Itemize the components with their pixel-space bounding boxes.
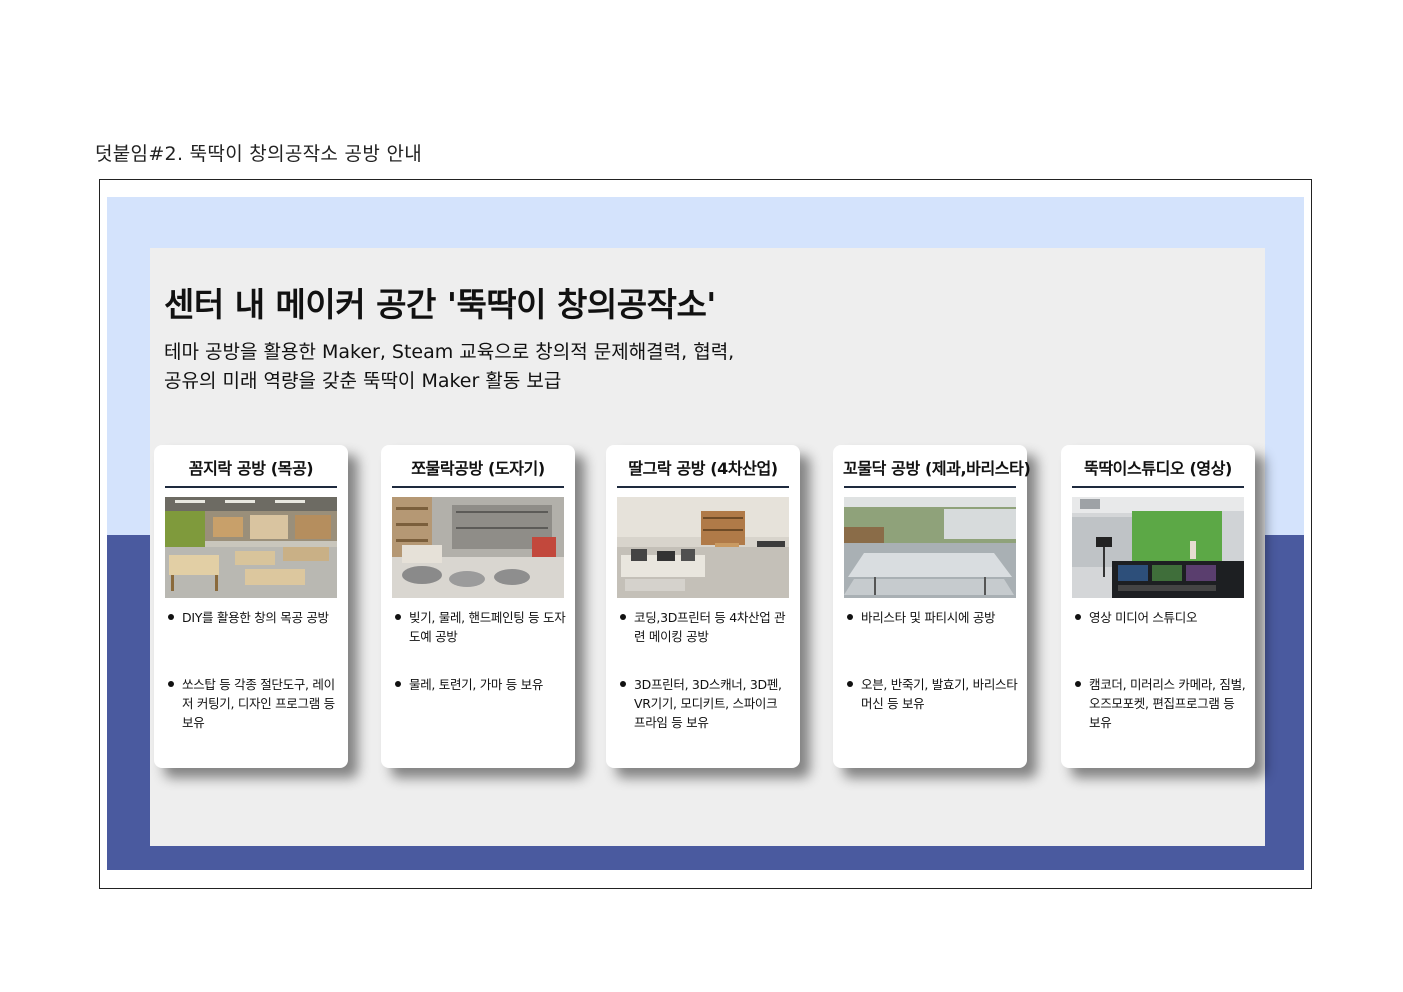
list-item: 물레, 토련기, 가마 등 보유 [393, 675, 567, 694]
card-title: 쪼물락공방 (도자기) [411, 459, 545, 478]
workshop-card-tech: 딸그락 공방 (4차산업) 코딩,3D프린터 등 4차산업 관련 메이킹 공방 … [606, 445, 800, 768]
tech-lab-photo [617, 497, 789, 598]
card-features: 빚기, 물레, 핸드페인팅 등 도자도예 공방 [393, 608, 567, 646]
card-features: 영상 미디어 스튜디오 [1073, 608, 1247, 627]
card-equipment: 물레, 토련기, 가마 등 보유 [393, 675, 567, 694]
card-divider [844, 486, 1016, 488]
workshop-card-woodworking: 꼼지락 공방 (목공) DIY를 활용한 창의 목공 공방 쏘스탑 등 각종 절… [154, 445, 348, 768]
list-item: 오븐, 반죽기, 발효기, 바리스타 머신 등 보유 [845, 675, 1019, 713]
list-item: 빚기, 물레, 핸드페인팅 등 도자도예 공방 [393, 608, 567, 646]
subtitle-line: 테마 공방을 활용한 Maker, Steam 교육으로 창의적 문제해결력, … [164, 341, 735, 363]
ceramics-room-photo [392, 497, 564, 598]
card-equipment: 쏘스탑 등 각종 절단도구, 레이저 커팅기, 디자인 프로그램 등 보유 [166, 675, 340, 732]
card-equipment: 캠코더, 미러리스 카메라, 짐벌, 오즈모포켓, 편집프로그램 등 보유 [1073, 675, 1247, 732]
card-divider [617, 486, 789, 488]
workshop-card-studio: 뚝딱이스튜디오 (영상) 영상 미디어 스튜디오 캠코더, 미러리스 카메라, … [1061, 445, 1255, 768]
card-title: 꼬물닥 공방 (제과,바리스타) [843, 459, 1031, 478]
card-equipment: 3D프린터, 3D스캐너, 3D펜, VR기기, 모디키트, 스파이크 프라임 … [618, 675, 792, 732]
card-equipment: 오븐, 반죽기, 발효기, 바리스타 머신 등 보유 [845, 675, 1019, 713]
subtitle: 테마 공방을 활용한 Maker, Steam 교육으로 창의적 문제해결력, … [164, 338, 734, 396]
list-item: 바리스타 및 파티시에 공방 [845, 608, 1019, 627]
card-divider [165, 486, 337, 488]
woodworking-room-photo [165, 497, 337, 598]
list-item: 쏘스탑 등 각종 절단도구, 레이저 커팅기, 디자인 프로그램 등 보유 [166, 675, 340, 732]
list-item: 코딩,3D프린터 등 4차산업 관련 메이킹 공방 [618, 608, 792, 646]
subtitle-line: 공유의 미래 역량을 갖춘 뚝딱이 Maker 활동 보급 [164, 370, 562, 392]
card-divider [1072, 486, 1244, 488]
card-title: 뚝딱이스튜디오 (영상) [1084, 459, 1232, 478]
list-item: 캠코더, 미러리스 카메라, 짐벌, 오즈모포켓, 편집프로그램 등 보유 [1073, 675, 1247, 732]
list-item: 영상 미디어 스튜디오 [1073, 608, 1247, 627]
list-item: 3D프린터, 3D스캐너, 3D펜, VR기기, 모디키트, 스파이크 프라임 … [618, 675, 792, 732]
workshop-card-bakery: 꼬물닥 공방 (제과,바리스타) 바리스타 및 파티시에 공방 오븐, 반죽기,… [833, 445, 1031, 768]
card-features: 바리스타 및 파티시에 공방 [845, 608, 1019, 627]
card-divider [392, 486, 564, 488]
card-title: 꼼지락 공방 (목공) [188, 459, 314, 478]
video-studio-photo [1072, 497, 1244, 598]
bakery-room-photo [844, 497, 1016, 598]
workshop-card-ceramics: 쪼물락공방 (도자기) 빚기, 물레, 핸드페인팅 등 도자도예 공방 물레, … [381, 445, 575, 768]
card-features: 코딩,3D프린터 등 4차산업 관련 메이킹 공방 [618, 608, 792, 646]
document-caption: 덧붙임#2. 뚝딱이 창의공작소 공방 안내 [95, 143, 423, 165]
card-title: 딸그락 공방 (4차산업) [628, 459, 778, 478]
card-features: DIY를 활용한 창의 목공 공방 [166, 608, 340, 627]
list-item: DIY를 활용한 창의 목공 공방 [166, 608, 340, 627]
main-title: 센터 내 메이커 공간 '뚝딱이 창의공작소' [164, 285, 716, 324]
